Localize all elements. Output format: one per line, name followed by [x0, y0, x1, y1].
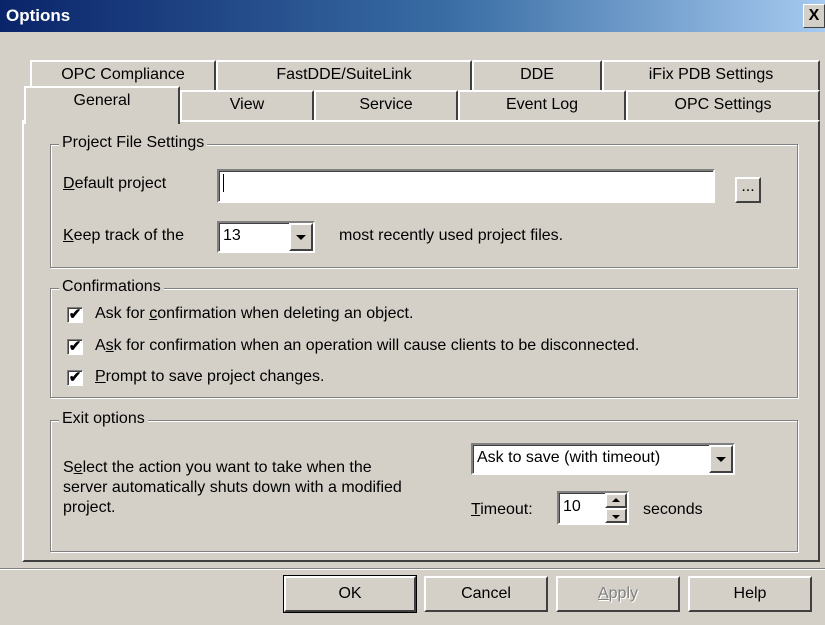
check-icon: ✔ [68, 338, 82, 355]
close-button[interactable]: X [803, 4, 825, 28]
tab-label: Event Log [505, 96, 579, 113]
general-tab-panel: Project File Settings Default project ..… [22, 120, 820, 562]
chevron-up-icon [612, 497, 620, 502]
exit-description-line3: project. [63, 499, 116, 516]
confirm-delete-checkbox[interactable]: ✔ [67, 307, 83, 323]
group-legend: Exit options [59, 410, 148, 428]
tab-event-log[interactable]: Event Log [458, 90, 626, 120]
tab-opc-settings[interactable]: OPC Settings [626, 90, 820, 120]
apply-button[interactable]: Apply [556, 576, 680, 612]
ok-button[interactable]: OK [283, 575, 417, 613]
default-project-label: Default project [63, 175, 167, 192]
prompt-save-checkbox[interactable]: ✔ [67, 370, 83, 386]
tab-dde[interactable]: DDE [472, 60, 602, 90]
browse-button[interactable]: ... [735, 177, 761, 203]
group-legend: Project File Settings [59, 134, 208, 152]
close-icon: X [808, 7, 820, 24]
chevron-down-icon [612, 514, 620, 519]
timeout-unit-label: seconds [643, 501, 703, 518]
help-label: Help [733, 585, 767, 602]
exit-action-value: Ask to save (with timeout) [477, 449, 661, 466]
timeout-value: 10 [563, 498, 581, 515]
default-project-input[interactable] [217, 169, 715, 203]
dropdown-arrow-button[interactable] [709, 445, 733, 473]
mru-count-dropdown[interactable]: 13 [217, 221, 315, 253]
browse-label: ... [741, 178, 755, 195]
tab-label: DDE [520, 66, 554, 83]
ok-label: OK [338, 585, 362, 602]
tab-label: OPC Settings [674, 96, 772, 113]
window-title: Options [6, 6, 71, 25]
tab-general[interactable]: General [24, 86, 180, 124]
check-icon: ✔ [68, 306, 82, 323]
tab-label: View [229, 96, 265, 113]
tab-service[interactable]: Service [314, 90, 458, 120]
exit-description-line2: server automatically shuts down with a m… [63, 479, 402, 496]
check-icon: ✔ [68, 369, 82, 386]
group-legend: Confirmations [59, 278, 164, 296]
mru-count-value: 13 [223, 227, 241, 244]
spin-down-button[interactable] [605, 508, 627, 523]
exit-action-dropdown[interactable]: Ask to save (with timeout) [471, 443, 735, 475]
tab-fastdde-suitelink[interactable]: FastDDE/SuiteLink [216, 60, 472, 90]
cancel-label: Cancel [461, 585, 511, 602]
tab-label: OPC Compliance [61, 66, 185, 83]
help-button[interactable]: Help [688, 576, 812, 612]
text-caret [223, 174, 224, 192]
chevron-down-icon [296, 235, 306, 240]
divider [0, 568, 825, 570]
tab-label: Service [359, 96, 413, 113]
keep-track-label: Keep track of the [63, 227, 184, 244]
confirm-disconnect-checkbox[interactable]: ✔ [67, 339, 83, 355]
dropdown-arrow-button[interactable] [289, 223, 313, 251]
mru-suffix-label: most recently used project files. [339, 227, 564, 244]
tab-label: General [73, 92, 131, 109]
chevron-down-icon [716, 457, 726, 462]
title-bar: Options X [0, 0, 825, 32]
exit-options-group: Exit options Select the action you want … [50, 410, 798, 552]
tab-label: FastDDE/SuiteLink [276, 66, 412, 83]
confirm-disconnect-label[interactable]: Ask for confirmation when an operation w… [95, 337, 639, 355]
spin-up-button[interactable] [605, 493, 627, 508]
confirmations-group: Confirmations ✔ Ask for confirmation whe… [50, 278, 798, 398]
tab-label: iFix PDB Settings [648, 66, 774, 83]
prompt-save-label[interactable]: Prompt to save project changes. [95, 368, 324, 386]
timeout-label: Timeout: [471, 501, 533, 518]
project-file-settings-group: Project File Settings Default project ..… [50, 134, 798, 268]
exit-description-line1: Select the action you want to take when … [63, 459, 372, 476]
tab-ifix-pdb-settings[interactable]: iFix PDB Settings [602, 60, 820, 90]
confirm-delete-label[interactable]: Ask for confirmation when deleting an ob… [95, 305, 413, 323]
tab-view[interactable]: View [180, 90, 314, 120]
cancel-button[interactable]: Cancel [424, 576, 548, 612]
timeout-spinner[interactable]: 10 [557, 491, 629, 525]
apply-label: Apply [597, 585, 639, 602]
